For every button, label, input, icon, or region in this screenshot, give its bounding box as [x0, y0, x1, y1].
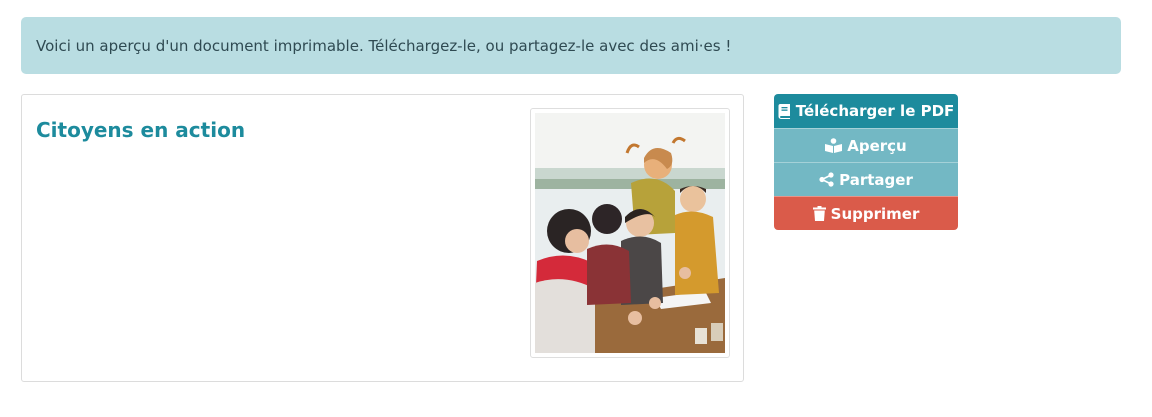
document-thumbnail: [530, 108, 730, 358]
document-actions: Télécharger le PDF Aperçu Partager Suppr…: [774, 94, 958, 230]
book-icon: [778, 103, 791, 119]
delete-label: Supprimer: [830, 204, 920, 223]
cover-photo: [535, 113, 725, 353]
alert-message: Voici un aperçu d'un document imprimable…: [36, 36, 732, 55]
info-alert: Voici un aperçu d'un document imprimable…: [21, 17, 1121, 74]
share-icon: [819, 172, 834, 187]
download-pdf-button[interactable]: Télécharger le PDF: [774, 94, 958, 128]
preview-label: Aperçu: [847, 136, 907, 155]
document-card: Citoyens en action: [21, 94, 744, 382]
reader-icon: [825, 138, 843, 153]
preview-button[interactable]: Aperçu: [774, 128, 958, 162]
delete-button[interactable]: Supprimer: [774, 196, 958, 230]
trash-icon: [812, 206, 826, 221]
document-title: Citoyens en action: [36, 118, 246, 142]
share-label: Partager: [839, 170, 913, 189]
download-pdf-label: Télécharger le PDF: [795, 102, 955, 120]
share-button[interactable]: Partager: [774, 162, 958, 196]
